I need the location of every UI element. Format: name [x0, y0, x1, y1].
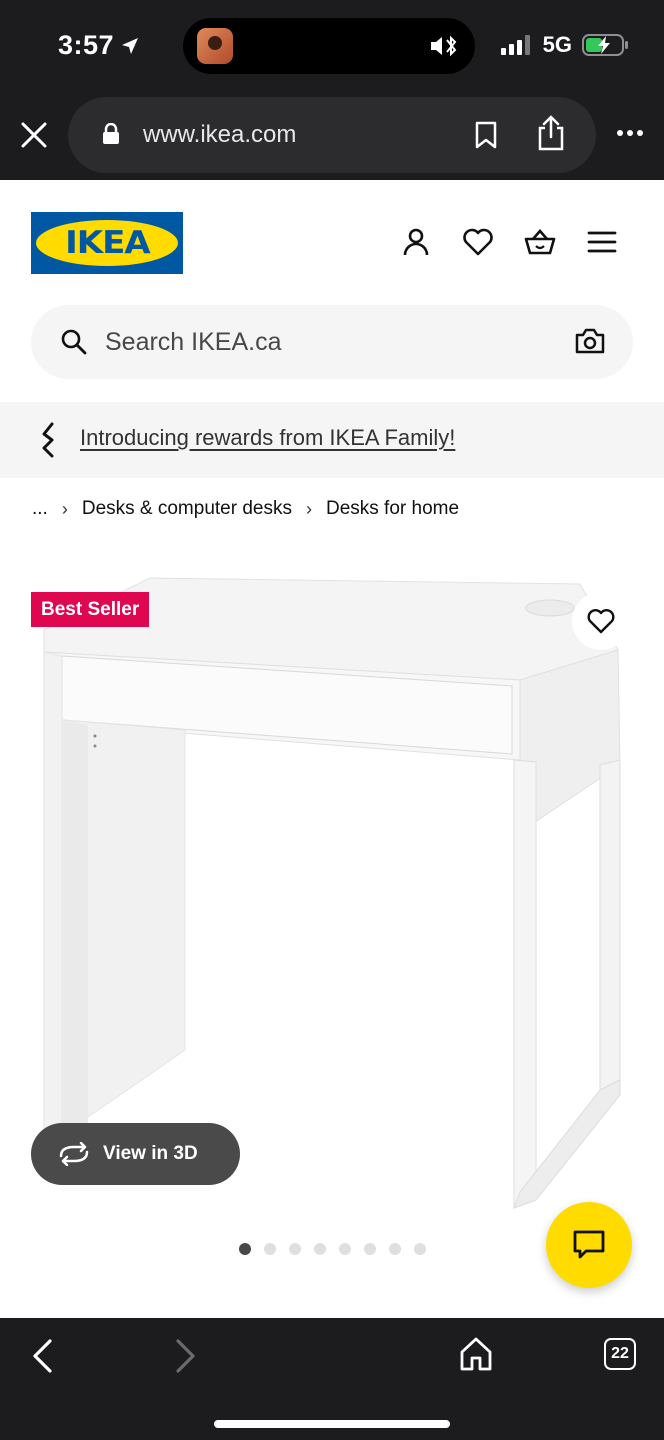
dynamic-island[interactable]: [183, 18, 475, 74]
breadcrumb-ellipsis[interactable]: ...: [32, 498, 48, 520]
chat-button[interactable]: [546, 1202, 632, 1288]
chevron-right-icon: ›: [61, 498, 68, 519]
tabs-button[interactable]: 22: [604, 1338, 636, 1370]
time-label: 3:57: [58, 30, 115, 60]
carousel-dot[interactable]: [314, 1243, 326, 1255]
share-icon[interactable]: [536, 115, 566, 151]
back-icon[interactable]: [30, 1338, 56, 1374]
product-image: [43, 577, 621, 1209]
status-time: 3:57: [58, 30, 140, 61]
carousel-dot[interactable]: [339, 1243, 351, 1255]
search-bar[interactable]: Search IKEA.ca: [31, 305, 633, 379]
status-indicators: 5G: [500, 32, 630, 58]
breadcrumb: ... › Desks & computer desks › Desks for…: [32, 498, 459, 520]
promo-banner: Introducing rewards from IKEA Family!: [0, 402, 664, 478]
bluetooth-audio-icon: [431, 35, 457, 57]
site-header: IKEA: [0, 180, 664, 300]
carousel-indicator: [239, 1243, 426, 1255]
carousel-dot[interactable]: [414, 1243, 426, 1255]
product-gallery[interactable]: Best Seller View in 3D: [0, 560, 664, 1220]
browser-bottom-toolbar: 22: [0, 1318, 664, 1440]
menu-icon[interactable]: [586, 226, 618, 258]
view-in-3d-label: View in 3D: [103, 1143, 198, 1164]
carousel-dot[interactable]: [289, 1243, 301, 1255]
cart-icon[interactable]: [524, 226, 556, 258]
rotate-3d-icon: [59, 1142, 89, 1166]
ikea-family-icon: [42, 422, 54, 458]
logo-text: IKEA: [64, 225, 151, 261]
signal-icon: [500, 35, 530, 55]
close-icon[interactable]: [20, 121, 48, 149]
home-icon[interactable]: [458, 1336, 494, 1372]
carousel-dot[interactable]: [264, 1243, 276, 1255]
now-playing-artwork: [197, 28, 233, 64]
breadcrumb-item[interactable]: Desks & computer desks: [82, 498, 292, 520]
location-arrow-icon: [122, 37, 139, 54]
camera-search-icon[interactable]: [575, 327, 605, 355]
view-in-3d-button[interactable]: View in 3D: [31, 1123, 240, 1185]
breadcrumb-item[interactable]: Desks for home: [326, 498, 459, 520]
carousel-dot[interactable]: [239, 1243, 251, 1255]
heart-icon[interactable]: [462, 226, 494, 258]
heart-icon: [587, 609, 615, 634]
ikea-logo[interactable]: IKEA: [31, 212, 183, 274]
forward-icon[interactable]: [172, 1338, 198, 1374]
carousel-dot[interactable]: [364, 1243, 376, 1255]
browser-toolbar: www.ikea.com: [0, 95, 664, 180]
logo-oval: IKEA: [36, 220, 178, 266]
carousel-dot[interactable]: [389, 1243, 401, 1255]
address-bar[interactable]: www.ikea.com: [68, 97, 596, 173]
account-icon[interactable]: [400, 226, 432, 258]
url-text: www.ikea.com: [143, 121, 297, 148]
chat-icon: [573, 1230, 605, 1259]
chevron-right-icon: ›: [305, 498, 312, 519]
best-seller-badge: Best Seller: [31, 592, 150, 627]
network-type: 5G: [542, 32, 572, 57]
more-options-icon[interactable]: [616, 129, 644, 137]
search-icon: [61, 329, 87, 355]
add-to-favourites-button[interactable]: [572, 592, 630, 650]
battery-charging-icon: [582, 34, 628, 56]
search-input[interactable]: Search IKEA.ca: [105, 328, 281, 357]
promo-link[interactable]: Introducing rewards from IKEA Family!: [80, 425, 455, 451]
status-bar: 3:57 5G: [0, 0, 664, 95]
home-indicator: [214, 1420, 450, 1428]
bookmark-icon[interactable]: [474, 121, 498, 149]
lock-icon: [103, 123, 119, 144]
